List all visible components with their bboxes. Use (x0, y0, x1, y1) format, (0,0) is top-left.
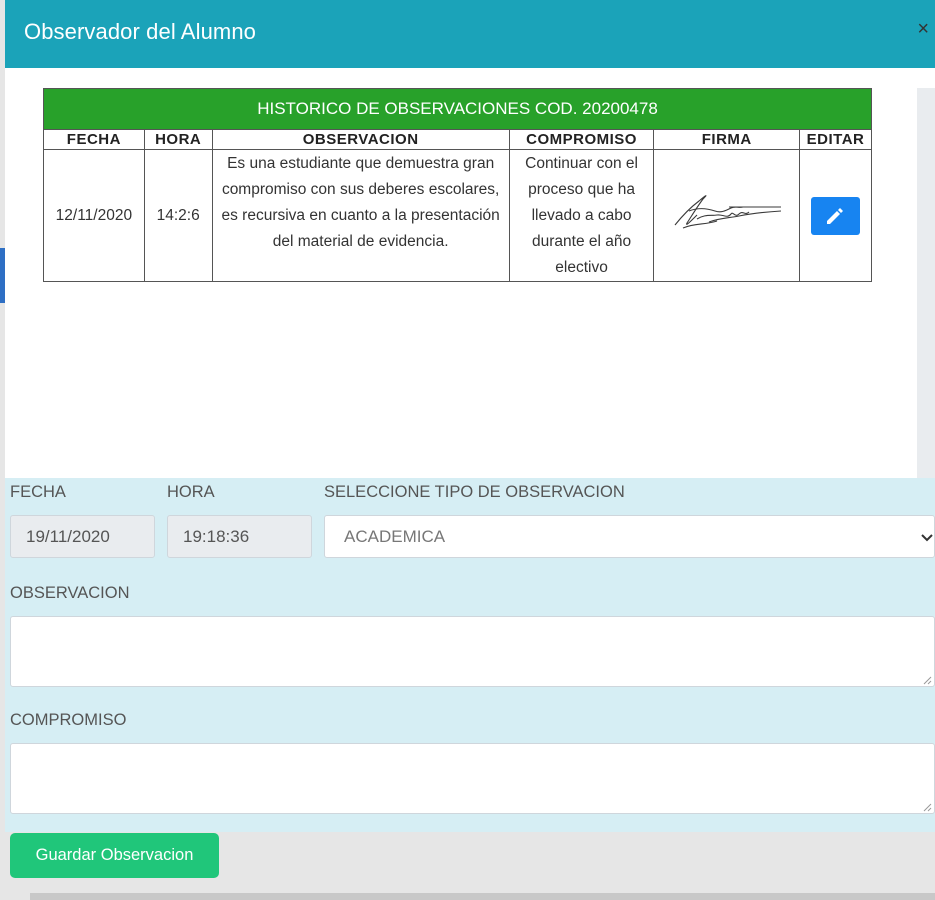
close-icon[interactable]: × (917, 18, 929, 40)
hora-field[interactable]: 19:18:36 (167, 515, 312, 558)
hora-value: 19:18:36 (183, 527, 250, 546)
cell-hora: 14:2:6 (143, 149, 213, 282)
fecha-value: 19/11/2020 (26, 527, 110, 546)
modal-header: Observador del Alumno × (5, 0, 935, 68)
column-header-firma: FIRMA (653, 129, 801, 150)
table-row: 12/11/2020 14:2:6 Es una estudiante que … (43, 149, 872, 282)
tipo-observacion-select[interactable]: ACADEMICA (324, 515, 935, 558)
history-title: HISTORICO DE OBSERVACIONES COD. 20200478 (43, 88, 872, 130)
save-observation-button[interactable]: Guardar Observacion (10, 833, 219, 878)
column-header-compromiso: COMPROMISO (508, 129, 655, 150)
cell-fecha: 12/11/2020 (43, 149, 145, 282)
chevron-down-icon (921, 534, 933, 542)
vertical-scrollbar[interactable] (917, 88, 935, 478)
cell-observacion: Es una estudiante que demuestra gran com… (211, 149, 510, 282)
tipo-observacion-label: SELECCIONE TIPO DE OBSERVACION (324, 483, 625, 501)
pencil-icon (827, 207, 844, 224)
cell-compromiso: Continuar con el proceso que ha llevado … (508, 149, 655, 282)
modal-title: Observador del Alumno (24, 19, 257, 44)
tipo-observacion-value: ACADEMICA (344, 527, 446, 546)
column-header-editar: EDITAR (799, 129, 872, 150)
signature-image (674, 195, 781, 229)
resize-grip-icon (923, 676, 932, 685)
resize-grip-icon (923, 803, 932, 812)
cell-firma (653, 149, 801, 282)
horizontal-scrollbar[interactable] (30, 893, 935, 900)
fecha-label: FECHA (10, 483, 66, 501)
compromiso-textarea[interactable] (10, 743, 935, 814)
column-header-fecha: FECHA (43, 129, 145, 150)
fecha-field[interactable]: 19/11/2020 (10, 515, 155, 558)
hora-label: HORA (167, 483, 215, 501)
observer-modal: Observador del Alumno × HISTORICO DE OBS… (5, 0, 935, 900)
edit-button[interactable] (811, 196, 861, 235)
history-table: HISTORICO DE OBSERVACIONES COD. 20200478… (43, 88, 872, 282)
column-header-hora: HORA (143, 129, 213, 150)
observacion-textarea[interactable] (10, 616, 935, 687)
cell-editar (799, 149, 872, 282)
column-header-observacion: OBSERVACION (211, 129, 510, 150)
compromiso-label: COMPROMISO (10, 711, 127, 729)
observacion-label: OBSERVACION (10, 584, 130, 602)
